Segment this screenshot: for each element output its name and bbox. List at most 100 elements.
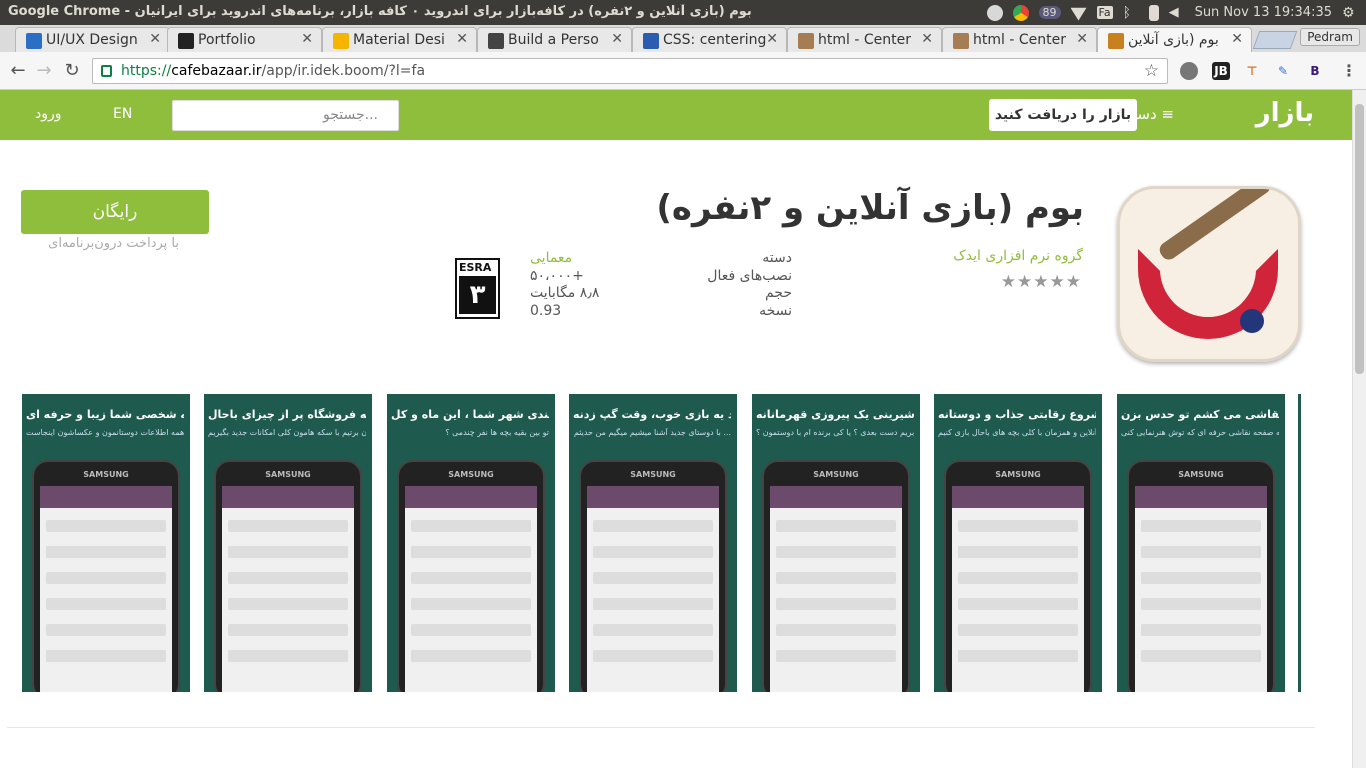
bookmark-star-icon[interactable]: ☆	[1144, 61, 1159, 81]
battery-badge[interactable]: 89	[1038, 6, 1061, 19]
menu-icon[interactable]: ⋮	[1340, 62, 1358, 80]
system-tray: 89 Fa ᛒ ◀ Sun Nov 13 19:34:35 ⚙	[986, 0, 1359, 25]
phone-screen	[40, 486, 172, 692]
app-screen-header	[587, 486, 719, 508]
url-path: /app/ir.idek.boom/?l=fa	[261, 63, 426, 79]
tab-build-a-person[interactable]: Build a Perso ✕	[477, 27, 632, 52]
tab-boom-active[interactable]: بوم (بازی آنلاین ✕	[1097, 27, 1252, 52]
phone-brand-mark: SAMSUNG	[1178, 470, 1224, 479]
install-free-button[interactable]: رایگان	[21, 190, 209, 234]
jetbrains-extension-icon[interactable]: JB	[1212, 62, 1230, 80]
tab-css-centering[interactable]: CSS: centering ✕	[632, 27, 787, 52]
app-icon	[1117, 186, 1301, 362]
tab-label: بوم (بازی آنلاین	[1128, 32, 1219, 48]
close-tab-icon[interactable]: ✕	[766, 31, 778, 47]
screenshot-card[interactable]: شیرینی یک پیروزی قهرمانانه! بریم دست بعدی…	[752, 394, 920, 692]
power-icon[interactable]: ⚙	[1342, 5, 1358, 21]
screenshot-subcaption: یه صفحه نقاشی حرفه ای که توش هنرنمایی کن…	[1121, 428, 1279, 437]
get-bazaar-button[interactable]: بازار را دریافت کنید	[989, 99, 1137, 131]
esra-rating-badge: ESRA ۳	[455, 258, 500, 319]
app-screen-row	[958, 546, 1078, 558]
wifi-icon[interactable]	[1070, 7, 1087, 21]
screenshot-card[interactable]: شروع رقابتی جذاب و دوستانه! آنلاین و همزم…	[934, 394, 1102, 692]
meta-value-category[interactable]: معمایی	[530, 250, 640, 268]
meta-label-installs: نصب‌های فعال	[707, 267, 792, 284]
close-tab-icon[interactable]: ✕	[301, 31, 313, 47]
meta-value-installs: +۵۰،۰۰۰	[530, 267, 584, 284]
app-screen-row	[411, 598, 531, 610]
phone-mockup: SAMSUNG	[214, 460, 362, 692]
app-screen-row	[1141, 650, 1261, 662]
screenshot-subcaption: دزن برتیم با سکه هامون کلی امکانات جدید …	[208, 428, 366, 437]
screenshot-caption: شیرینی یک پیروزی قهرمانانه!	[756, 408, 914, 421]
meta-value-version: 0.93	[530, 302, 562, 319]
close-tab-icon[interactable]: ✕	[1231, 31, 1243, 47]
developer-link[interactable]: گروه نرم افزاری ایدک	[900, 248, 1083, 264]
tab-material-design[interactable]: Material Desi ✕	[322, 27, 477, 52]
page-scrollbar[interactable]	[1352, 90, 1366, 768]
volume-icon[interactable]: ◀	[1169, 5, 1185, 21]
app-screen-row	[228, 520, 348, 532]
tab-uiux-design[interactable]: UI/UX Design ✕	[15, 27, 170, 52]
close-tab-icon[interactable]: ✕	[456, 31, 468, 47]
meta-label-size: حجم	[764, 285, 792, 301]
reload-icon[interactable]: ↻	[60, 60, 84, 81]
app-screen-row	[1141, 572, 1261, 584]
tab-html-center-2[interactable]: html - Center ✕	[942, 27, 1097, 52]
meta-values: معمایی +۵۰،۰۰۰ ۸٫۸ مگابایت 0.93	[530, 250, 640, 320]
chrome-icon[interactable]	[1012, 4, 1029, 21]
favicon-icon	[798, 33, 814, 49]
globe-extension-icon[interactable]	[1180, 62, 1198, 80]
address-bar[interactable]: https://cafebazaar.ir/app/ir.idek.boom/?…	[92, 58, 1168, 84]
screenshot-subcaption: بریم دست بعدی ؟ یا کی برنده ام با دوستمو…	[756, 428, 914, 437]
screenshot-card[interactable]: رده بندی شهر شما ، این ماه و کل! تو بین ب…	[387, 394, 555, 692]
tab-html-center-1[interactable]: html - Center ✕	[787, 27, 942, 52]
app-screen-header	[952, 486, 1084, 508]
clock[interactable]: Sun Nov 13 19:34:35	[1195, 5, 1332, 20]
tab-portfolio[interactable]: Portfolio ✕	[167, 27, 322, 52]
screenshot-card[interactable]: یه فروشگاه پر از چیزای باحال! دزن برتیم ب…	[204, 394, 372, 692]
screenshot-caption: شروع رقابتی جذاب و دوستانه!	[938, 408, 1096, 421]
forward-icon[interactable]: →	[32, 60, 56, 81]
b-extension-icon[interactable]: B	[1306, 62, 1324, 80]
app-screen-row	[228, 572, 348, 584]
phone-brand-mark: SAMSUNG	[995, 470, 1041, 479]
app-screen-row	[593, 650, 713, 662]
search-input[interactable]: جستجو...	[172, 100, 399, 131]
keyboard-layout-icon[interactable]: Fa	[1096, 6, 1113, 19]
close-tab-icon[interactable]: ✕	[921, 31, 933, 47]
app-screen-row	[593, 598, 713, 610]
hand-icon[interactable]	[986, 4, 1003, 21]
phone-screen	[952, 486, 1084, 692]
bazaar-logo[interactable]: بازار	[1256, 98, 1314, 128]
back-icon[interactable]: ←	[6, 60, 30, 81]
new-tab-button[interactable]	[1252, 31, 1298, 49]
tab-label: Material Desi	[353, 32, 445, 48]
language-switch[interactable]: EN	[113, 106, 132, 122]
app-screen-row	[46, 598, 166, 610]
bluetooth-icon[interactable]: ᛒ	[1123, 5, 1139, 21]
phone-brand-mark: SAMSUNG	[448, 470, 494, 479]
battery-icon[interactable]	[1148, 4, 1159, 21]
app-screen-row	[46, 520, 166, 532]
login-link[interactable]: ورود	[35, 106, 62, 122]
screenshot-card[interactable]: صفحه شخصی شما زیبا و حرفه ای ! همه اطلاعا…	[22, 394, 190, 692]
close-tab-icon[interactable]: ✕	[611, 31, 623, 47]
screenshot-card[interactable]: من نقاشی می کشم تو حدس بزن! یه صفحه نقاشی…	[1117, 394, 1285, 692]
pen-extension-icon[interactable]: ✎	[1274, 62, 1292, 80]
esra-label: ESRA	[459, 261, 492, 274]
screenshot-subcaption: با دوستای جدید آشنا میشیم میگیم من حدیثم…	[573, 428, 731, 437]
pin-extension-icon[interactable]: ⊤	[1243, 62, 1261, 80]
scrollbar-thumb[interactable]	[1355, 104, 1364, 374]
profile-button[interactable]: Pedram	[1300, 28, 1360, 46]
site-header: بازار دسته‌ها ≡ بازار را دریافت کنید جست…	[0, 90, 1352, 140]
screenshot-subcaption: تو بین بقیه بچه ها نفر چندمی ؟	[445, 428, 549, 437]
window-title: Google Chrome - بوم (بازی آنلاین و ۲نفره…	[8, 4, 752, 19]
close-tab-icon[interactable]: ✕	[149, 31, 161, 47]
app-screen-row	[776, 650, 896, 662]
app-screen-row	[46, 624, 166, 636]
close-tab-icon[interactable]: ✕	[1076, 31, 1088, 47]
app-screen-row	[228, 598, 348, 610]
screenshot-card[interactable]: بعد یه بازی خوب، وقت گپ زدنه! با دوستای ج…	[569, 394, 737, 692]
phone-brand-mark: SAMSUNG	[630, 470, 676, 479]
